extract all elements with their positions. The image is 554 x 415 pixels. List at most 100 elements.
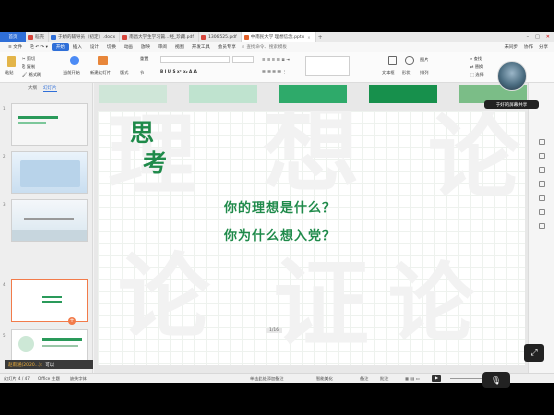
shape-button[interactable]: 形状 bbox=[402, 70, 410, 76]
add-slide-icon[interactable]: + bbox=[68, 317, 76, 325]
comments-button[interactable]: 批注 bbox=[380, 376, 388, 382]
paste-icon[interactable] bbox=[7, 56, 16, 67]
menu-animation[interactable]: 动画 bbox=[120, 44, 137, 50]
menu-design[interactable]: 设计 bbox=[86, 44, 103, 50]
new-slide-button[interactable]: 新建幻灯片 bbox=[90, 70, 111, 76]
slide-thumbnail-4[interactable] bbox=[11, 279, 88, 322]
question-1: 你的理想是什么？ bbox=[224, 201, 337, 216]
slide-number: 1 bbox=[3, 106, 6, 111]
paragraph-buttons[interactable]: ≡ ≡ ≡ ≡ ≣ ⇥ bbox=[262, 57, 290, 62]
sidebar-tool-icon[interactable] bbox=[539, 223, 545, 229]
home-tab[interactable]: 首页 bbox=[0, 32, 26, 42]
font-family-select[interactable] bbox=[160, 56, 230, 63]
new-tab-button[interactable]: + bbox=[316, 32, 325, 42]
title-bar: 首页 稻壳 于娇的辅导员（初定）.docx 南昌大学生学习篇...经_珍藏.pd… bbox=[0, 32, 554, 42]
collaborate-button[interactable]: 协作 bbox=[524, 44, 533, 50]
tab-slides[interactable]: 幻灯片 bbox=[43, 85, 57, 92]
slide-thumbnail-1[interactable] bbox=[11, 103, 88, 146]
menu-developer[interactable]: 开发工具 bbox=[188, 44, 214, 50]
new-slide-icon[interactable] bbox=[98, 56, 108, 65]
fullscreen-icon[interactable]: ⤢ bbox=[524, 344, 544, 362]
menu-transition[interactable]: 切换 bbox=[103, 44, 120, 50]
color-swatch[interactable] bbox=[279, 85, 347, 103]
menu-view[interactable]: 视图 bbox=[171, 44, 188, 50]
style-gallery[interactable] bbox=[305, 56, 350, 76]
arrange-button[interactable]: 排列 bbox=[420, 70, 428, 76]
picture-button[interactable]: 图片 bbox=[420, 57, 428, 63]
share-button[interactable]: 分享 bbox=[539, 44, 548, 50]
sidebar-tool-icon[interactable] bbox=[539, 181, 545, 187]
command-search[interactable]: ⌕ 查找命令、搜索模板 bbox=[242, 44, 287, 50]
shape-icon[interactable] bbox=[405, 56, 414, 65]
sidebar-tool-icon[interactable] bbox=[539, 195, 545, 201]
close-tab-icon[interactable]: ✕ bbox=[307, 35, 310, 40]
textbox-button[interactable]: 文本框 bbox=[382, 70, 395, 76]
notes-button[interactable]: 备注 bbox=[360, 376, 368, 382]
color-swatch[interactable] bbox=[99, 85, 167, 103]
thumbnail-content bbox=[42, 301, 62, 303]
tab-outline[interactable]: 大纲 bbox=[28, 85, 37, 91]
find-button[interactable]: ⌕ 查找 bbox=[470, 56, 482, 62]
replace-button[interactable]: ⇄ 替换 bbox=[470, 64, 483, 70]
align-buttons[interactable]: ☰ ☰ ☰ ☰ ⋮ bbox=[262, 69, 287, 74]
reset-button[interactable]: 重置 bbox=[140, 56, 148, 62]
play-button[interactable]: ▶ bbox=[432, 375, 441, 382]
microphone-icon[interactable]: 🎙 bbox=[482, 372, 510, 388]
sidebar-tool-icon[interactable] bbox=[539, 167, 545, 173]
maximize-icon[interactable]: □ bbox=[535, 34, 540, 40]
tab-label: 南昌大学生学习篇...经_珍藏.pdf bbox=[129, 35, 194, 40]
theme-name: Office 主题 bbox=[38, 376, 60, 381]
slide-thumbnail-3[interactable] bbox=[11, 199, 88, 242]
play-from-current-icon[interactable] bbox=[70, 56, 79, 65]
tab-docx[interactable]: 于娇的辅导员（初定）.docx bbox=[49, 32, 121, 42]
smart-beautify-button[interactable]: 智能美化 bbox=[316, 376, 333, 382]
tab-label: 1306525.pdf bbox=[207, 34, 237, 40]
menu-file[interactable]: ≡ 文件 bbox=[4, 44, 26, 50]
sync-status[interactable]: 未同步 bbox=[505, 44, 519, 50]
tab-daoke[interactable]: 稻壳 bbox=[26, 32, 49, 42]
tab-pdf-2[interactable]: 1306525.pdf bbox=[199, 32, 242, 42]
status-bar: 幻灯片 4 / 47 Office 主题 缺失字体 单击此处添加备注 智能美化 … bbox=[0, 373, 554, 383]
close-icon[interactable]: ✕ bbox=[546, 34, 550, 40]
missing-font-button[interactable]: 缺失字体 bbox=[70, 376, 87, 382]
slide-thumbnail-2[interactable] bbox=[11, 151, 88, 194]
menu-start[interactable]: 开始 bbox=[51, 43, 69, 51]
background-decoration: 论 bbox=[388, 253, 474, 354]
menu-slideshow[interactable]: 放映 bbox=[137, 44, 154, 50]
format-buttons[interactable]: B I U S x² x₂ A A bbox=[160, 69, 197, 74]
background-decoration: 论 bbox=[428, 111, 521, 211]
textbox-icon[interactable] bbox=[388, 56, 397, 65]
minimize-icon[interactable]: – bbox=[527, 34, 530, 40]
view-buttons[interactable]: ▦ ▤ ▭ bbox=[405, 376, 420, 381]
font-size-select[interactable] bbox=[232, 56, 254, 63]
paste-button[interactable]: 粘贴 bbox=[5, 70, 13, 76]
color-swatch[interactable] bbox=[369, 85, 437, 103]
current-slide[interactable]: 理 想 论 论 证 论 思 考 你的理想是什么？ 你为什么想入党？ bbox=[98, 111, 525, 365]
select-button[interactable]: ⬚ 选择 bbox=[470, 72, 484, 78]
slide-number: 2 bbox=[3, 154, 6, 159]
cut-button[interactable]: ✂ 剪切 bbox=[22, 56, 35, 62]
from-current-button[interactable]: 当前开始 bbox=[63, 70, 80, 76]
layout-button[interactable]: 版式 bbox=[120, 70, 128, 76]
quick-access-icons[interactable]: ⎘ ↶ ↷ ▾ bbox=[26, 44, 52, 50]
menu-review[interactable]: 审阅 bbox=[154, 44, 171, 50]
tab-label: 中南民大学 理想信念.pptx bbox=[250, 35, 305, 40]
sidebar-tool-icon[interactable] bbox=[539, 139, 545, 145]
tab-pptx[interactable]: 中南民大学 理想信念.pptx ✕ bbox=[241, 32, 316, 42]
color-swatch[interactable] bbox=[189, 85, 257, 103]
sidebar-tool-icon[interactable] bbox=[539, 209, 545, 215]
menubar-right: 未同步 协作 分享 bbox=[505, 44, 554, 50]
notes-hint[interactable]: 单击此处添加备注 bbox=[250, 376, 284, 382]
copy-button[interactable]: ⎘ 复制 bbox=[22, 64, 35, 70]
tab-pdf-1[interactable]: 南昌大学生学习篇...经_珍藏.pdf bbox=[120, 32, 199, 42]
tab-label: 稻壳 bbox=[35, 35, 44, 40]
section-button[interactable]: 节 bbox=[140, 70, 144, 76]
format-painter-button[interactable]: 🖌 格式刷 bbox=[22, 72, 41, 78]
menu-insert[interactable]: 插入 bbox=[69, 44, 86, 50]
sidebar-tool-icon[interactable] bbox=[539, 153, 545, 159]
background-decoration: 证 bbox=[273, 247, 369, 360]
menu-member[interactable]: 会员专享 bbox=[214, 44, 240, 50]
window-controls: – □ ✕ bbox=[527, 32, 554, 42]
screen-share-avatar[interactable] bbox=[497, 61, 527, 91]
screen-share-label: 于好的屏幕共享 bbox=[484, 100, 539, 109]
